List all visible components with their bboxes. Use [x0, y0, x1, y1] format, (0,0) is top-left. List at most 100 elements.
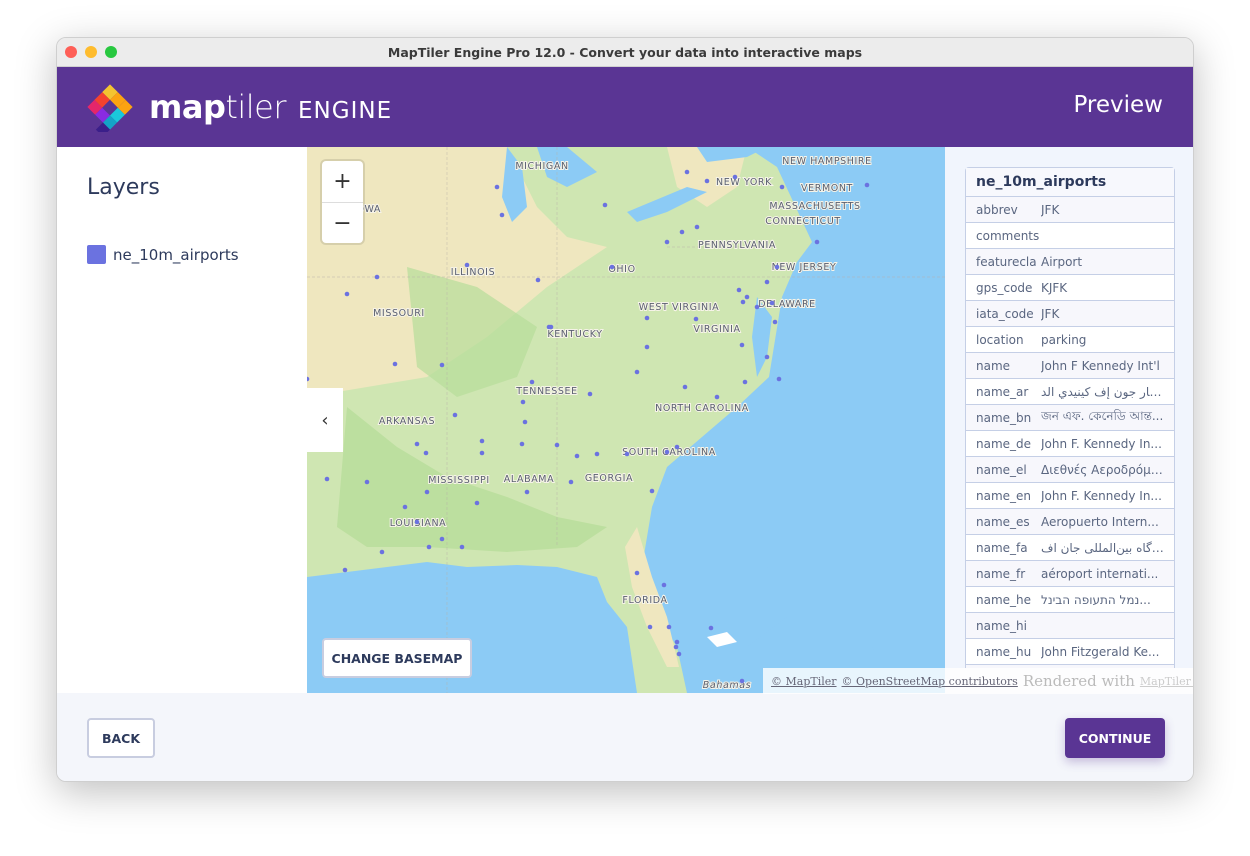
- maptiler-attribution-link[interactable]: © MapTiler: [771, 675, 837, 688]
- map-label: NEW YORK: [716, 177, 772, 188]
- airport-point[interactable]: [602, 202, 608, 208]
- airport-point[interactable]: [742, 379, 748, 385]
- airport-point[interactable]: [704, 178, 710, 184]
- airport-point[interactable]: [740, 299, 746, 305]
- airport-point[interactable]: [779, 184, 785, 190]
- airport-point[interactable]: [324, 476, 330, 482]
- osm-attribution-link[interactable]: © OpenStreetMap contributors: [842, 675, 1018, 688]
- airport-point[interactable]: [674, 639, 680, 645]
- map-view[interactable]: MICHIGAN NEW HAMPSHIRE NEW YORK VERMONT MASS…: [307, 147, 945, 693]
- airport-point[interactable]: [554, 442, 560, 448]
- airport-point[interactable]: [647, 624, 653, 630]
- airport-point[interactable]: [814, 239, 820, 245]
- airport-point[interactable]: [402, 504, 408, 510]
- airport-point[interactable]: [684, 169, 690, 175]
- airport-point[interactable]: [546, 324, 552, 330]
- continue-button[interactable]: CONTINUE: [1065, 718, 1165, 758]
- airport-point[interactable]: [424, 489, 430, 495]
- airport-point[interactable]: [736, 287, 742, 293]
- airport-point[interactable]: [649, 488, 655, 494]
- airport-point[interactable]: [522, 419, 528, 425]
- airport-point[interactable]: [519, 441, 525, 447]
- airport-point[interactable]: [674, 444, 680, 450]
- airport-point[interactable]: [679, 229, 685, 235]
- airport-point[interactable]: [769, 300, 775, 306]
- airport-point[interactable]: [764, 354, 770, 360]
- airport-point[interactable]: [439, 536, 445, 542]
- airport-point[interactable]: [568, 479, 574, 485]
- airport-point[interactable]: [673, 644, 679, 650]
- airport-point[interactable]: [754, 304, 760, 310]
- airport-point[interactable]: [739, 342, 745, 348]
- airport-point[interactable]: [479, 438, 485, 444]
- property-value: مطار جون إف كينيدي الد...: [1041, 384, 1174, 399]
- zoom-in-button[interactable]: +: [322, 161, 363, 202]
- airport-point[interactable]: [714, 394, 720, 400]
- airport-point[interactable]: [529, 379, 535, 385]
- change-basemap-button[interactable]: CHANGE BASEMAP: [322, 638, 472, 678]
- airport-point[interactable]: [452, 412, 458, 418]
- airport-point[interactable]: [414, 519, 420, 525]
- map-label: NEW JERSEY: [772, 262, 837, 273]
- airport-point[interactable]: [499, 212, 505, 218]
- airport-point[interactable]: [864, 182, 870, 188]
- basemap[interactable]: MICHIGAN NEW HAMPSHIRE NEW YORK VERMONT MASS…: [307, 147, 945, 693]
- layer-item[interactable]: ne_10m_airports: [87, 245, 239, 264]
- airport-point[interactable]: [676, 651, 682, 657]
- airport-point[interactable]: [661, 582, 667, 588]
- property-row: name_hi: [966, 613, 1174, 639]
- airport-point[interactable]: [392, 361, 398, 367]
- airport-point[interactable]: [374, 274, 380, 280]
- close-window-button[interactable]: [65, 46, 77, 58]
- airport-point[interactable]: [776, 376, 782, 382]
- airport-point[interactable]: [524, 489, 530, 495]
- airport-point[interactable]: [520, 399, 526, 405]
- airport-point[interactable]: [535, 277, 541, 283]
- airport-point[interactable]: [344, 291, 350, 297]
- airport-point[interactable]: [693, 316, 699, 322]
- airport-point[interactable]: [664, 449, 670, 455]
- title-bar: MapTiler Engine Pro 12.0 - Convert your …: [57, 38, 1193, 67]
- airport-point[interactable]: [474, 500, 480, 506]
- collapse-panel-button[interactable]: ‹: [307, 388, 343, 452]
- airport-point[interactable]: [459, 544, 465, 550]
- airport-point[interactable]: [439, 362, 445, 368]
- airport-point[interactable]: [609, 264, 615, 270]
- airport-point[interactable]: [634, 570, 640, 576]
- airport-point[interactable]: [682, 384, 688, 390]
- airport-point[interactable]: [644, 344, 650, 350]
- zoom-window-button[interactable]: [105, 46, 117, 58]
- map-label: MISSISSIPPI: [428, 475, 490, 486]
- airport-point[interactable]: [587, 391, 593, 397]
- airport-point[interactable]: [342, 567, 348, 573]
- airport-point[interactable]: [423, 450, 429, 456]
- airport-point[interactable]: [364, 479, 370, 485]
- airport-point[interactable]: [624, 451, 630, 457]
- airport-point[interactable]: [772, 319, 778, 325]
- airport-point[interactable]: [739, 678, 745, 684]
- back-button[interactable]: BACK: [87, 718, 155, 758]
- airport-point[interactable]: [494, 184, 500, 190]
- airport-point[interactable]: [426, 544, 432, 550]
- airport-point[interactable]: [479, 450, 485, 456]
- engine-link[interactable]: MapTiler Engine: [1140, 675, 1193, 688]
- airport-point[interactable]: [594, 451, 600, 457]
- airport-point[interactable]: [379, 549, 385, 555]
- property-value: parking: [1041, 332, 1087, 347]
- airport-point[interactable]: [644, 315, 650, 321]
- airport-point[interactable]: [666, 624, 672, 630]
- airport-point[interactable]: [774, 264, 780, 270]
- airport-point[interactable]: [708, 625, 714, 631]
- airport-point[interactable]: [764, 279, 770, 285]
- airport-point[interactable]: [464, 262, 470, 268]
- airport-point[interactable]: [634, 369, 640, 375]
- property-row: comments: [966, 223, 1174, 249]
- airport-point[interactable]: [664, 239, 670, 245]
- minimize-window-button[interactable]: [85, 46, 97, 58]
- airport-point[interactable]: [414, 441, 420, 447]
- airport-point[interactable]: [574, 453, 580, 459]
- zoom-out-button[interactable]: −: [322, 202, 363, 243]
- airport-point[interactable]: [732, 174, 738, 180]
- airport-point[interactable]: [694, 224, 700, 230]
- airport-point[interactable]: [744, 294, 750, 300]
